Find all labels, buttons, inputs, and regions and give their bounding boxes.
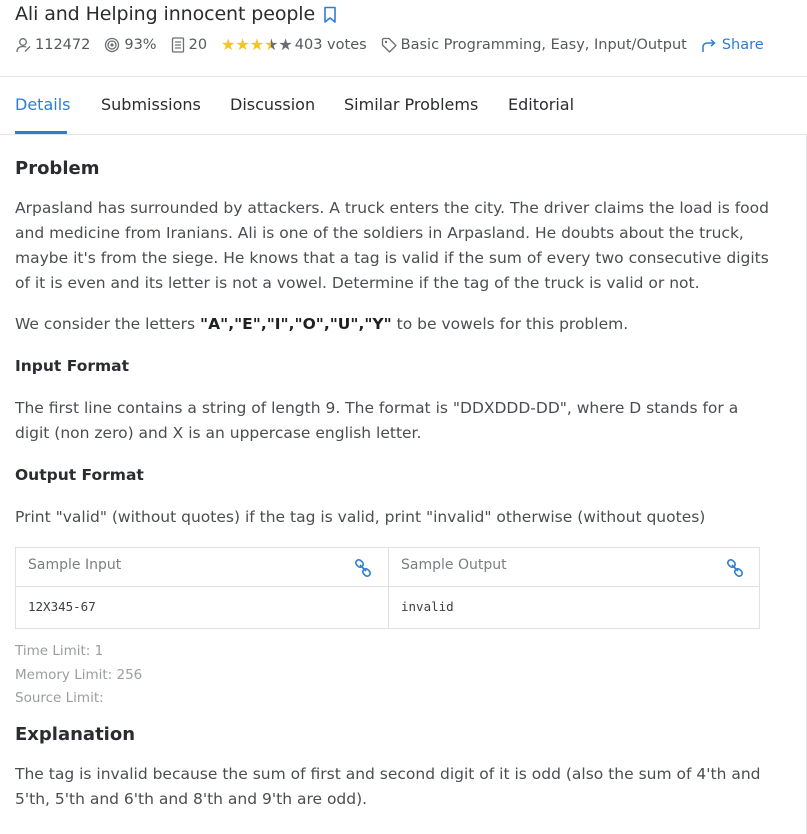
share-button[interactable]: Share [701,37,764,53]
sample-input-header: Sample Input [16,548,388,587]
bookmark-icon[interactable] [323,6,337,24]
time-limit: Time Limit: 1 [15,643,104,659]
sample-output-value: invalid [401,599,454,614]
memory-limit: Memory Limit: 256 [15,666,143,683]
tags: Basic Programming, Easy, Input/Output [381,37,687,53]
star-full-icon: ★ [235,35,250,54]
title-row: Ali and Helping innocent people [15,3,337,25]
problem-statement: Arpasland has surrounded by attackers. A… [15,199,769,292]
target-icon [105,37,120,53]
rating[interactable]: ★ ★ ★ ★ ★ 403 votes [221,37,367,54]
document-icon [171,37,184,53]
star-half-icon: ★ [264,35,279,54]
copy-link-icon[interactable] [726,559,744,577]
tab-details[interactable]: Details [15,95,70,114]
sample-output: Sample Output invalid [388,548,760,628]
tab-discussion[interactable]: Discussion [230,95,315,114]
tag-icon [381,37,397,53]
share-label: Share [721,37,764,53]
vowels-prefix: We consider the letters [15,315,201,333]
input-format-heading: Input Format [15,357,130,375]
solved-count-value: 112472 [35,37,91,53]
limits: Time Limit: 1 Memory Limit: 256 Source L… [15,640,142,711]
output-format-heading: Output Format [15,466,144,484]
sample-output-header: Sample Output [389,548,760,587]
rating-stars: ★ ★ ★ ★ ★ [221,37,293,53]
tab-submissions[interactable]: Submissions [101,95,201,114]
sample-input: Sample Input 12X345-67 [16,548,388,628]
copy-link-icon[interactable] [354,559,372,577]
star-full-icon: ★ [221,35,236,54]
sample-input-value: 12X345-67 [28,599,96,614]
sample-input-label: Sample Input [28,557,122,573]
problem-header: Ali and Helping innocent people 112472 9… [0,0,807,76]
problem-meta: 112472 93% 20 ★ ★ ★ ★ ★ 403 votes Basic Prog… [15,37,764,53]
success-rate: 93% [104,37,157,53]
tab-bar: Details Submissions Discussion Similar P… [0,76,807,135]
problem-heading: Problem [15,158,100,179]
page-title: Ali and Helping innocent people [15,3,316,25]
vowels-suffix: to be vowels for this problem. [391,315,629,333]
input-format-text: The first line contains a string of leng… [15,399,739,442]
share-icon [702,38,716,52]
source-limit: Source Limit: [15,690,104,706]
success-rate-value: 93% [124,37,157,53]
points: 20 [171,37,207,53]
tags-value: Basic Programming, Easy, Input/Output [400,37,687,53]
tab-similar-problems[interactable]: Similar Problems [344,95,478,114]
user-icon [16,38,31,53]
tab-editorial[interactable]: Editorial [508,95,574,114]
star-empty-icon: ★ [278,35,293,54]
explanation-heading: Explanation [15,724,136,745]
sample-output-label: Sample Output [401,557,507,573]
solved-count: 112472 [15,37,90,53]
vowels-list: "A","E","I","O","U","Y" [200,315,392,333]
explanation-text: The tag is invalid because the sum of fi… [15,765,761,808]
votes-count: 403 votes [294,37,367,53]
output-format-text: Print "valid" (without quotes) if the ta… [15,508,706,526]
points-value: 20 [188,37,208,53]
star-full-icon: ★ [249,35,265,54]
sample-io-table: Sample Input 12X345-67 Sample Output inv… [15,547,760,629]
active-tab-indicator [15,131,67,134]
vowels-note: We consider the letters "A","E","I","O",… [15,312,775,337]
